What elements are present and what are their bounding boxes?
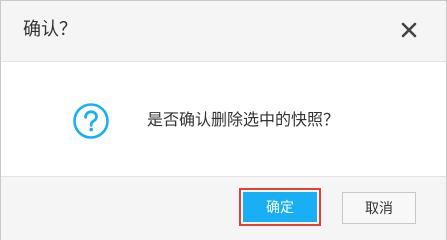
dialog-title: 确认？: [23, 19, 77, 40]
confirm-dialog: 确认？ 是否确认删除选中的快照？ 确定 取消: [0, 0, 447, 240]
close-icon[interactable]: [397, 18, 421, 42]
dialog-body: 是否确认删除选中的快照？: [1, 62, 446, 176]
dialog-message: 是否确认删除选中的快照？: [147, 110, 340, 129]
dialog-header: 确认？: [1, 1, 446, 62]
confirm-button-highlight: 确定: [239, 188, 321, 226]
close-icon-graphic: [401, 22, 417, 38]
question-circle-icon: [72, 102, 110, 140]
cancel-button[interactable]: 取消: [342, 192, 416, 224]
dialog-footer: 确定 取消: [1, 176, 446, 240]
confirm-button[interactable]: 确定: [243, 192, 317, 222]
